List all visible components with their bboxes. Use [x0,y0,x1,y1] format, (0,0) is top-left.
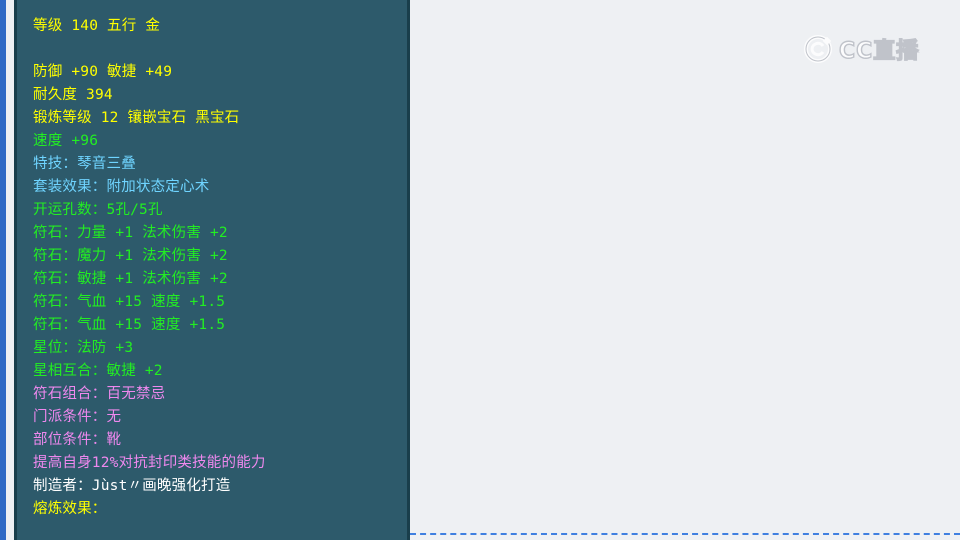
selection-dashed-border [410,533,960,535]
star-position: 星位：法防 +3 [33,340,134,356]
rune-stone-line: 符石：魔力 +1 法术伤害 +2 [33,248,228,264]
cc-live-watermark: CC直播 [803,33,919,65]
window-edge [0,0,6,540]
rune-stone-line: 符石：气血 +15 速度 +1.5 [33,294,226,310]
speed-stat: 速度 +96 [33,133,99,149]
item-tooltip-panel: 等级 140 五行 金 防御 +90 敏捷 +49 耐久度 394 锻炼等级 1… [14,0,410,540]
crafter-info: 制造者：Jùst〃画晚强化打造 [33,478,231,494]
seal-resistance-bonus: 提高自身12%对抗封印类技能的能力 [33,455,266,471]
special-skill: 特技：琴音三叠 [33,156,136,172]
cc-logo-icon [803,34,833,64]
item-stats-list: 等级 140 五行 金 防御 +90 敏捷 +49 耐久度 394 锻炼等级 1… [33,15,266,521]
forge-level-gem: 锻炼等级 12 镶嵌宝石 黑宝石 [33,110,240,126]
durability-stat: 耐久度 394 [33,87,113,103]
rune-stone-line: 符石：力量 +1 法术伤害 +2 [33,225,228,241]
watermark-text: CC直播 [838,38,920,64]
left-edge-strip [0,0,14,540]
smelting-effect: 熔炼效果： [33,501,107,517]
rune-combination: 符石组合：百无禁忌 [33,386,166,402]
school-requirement: 门派条件：无 [33,409,122,425]
star-harmony: 星相互合：敏捷 +2 [33,363,163,379]
slot-requirement: 部位条件：靴 [33,432,122,448]
rune-stone-line: 符石：敏捷 +1 法术伤害 +2 [33,271,228,287]
set-effect: 套装效果：附加状态定心术 [33,179,210,195]
item-level-element: 等级 140 五行 金 [33,18,161,34]
socket-count: 开运孔数：5孔/5孔 [33,202,163,218]
rune-stone-line: 符石：气血 +15 速度 +1.5 [33,317,226,333]
defense-agility-stats: 防御 +90 敏捷 +49 [33,64,173,80]
spacer-line [33,38,266,61]
